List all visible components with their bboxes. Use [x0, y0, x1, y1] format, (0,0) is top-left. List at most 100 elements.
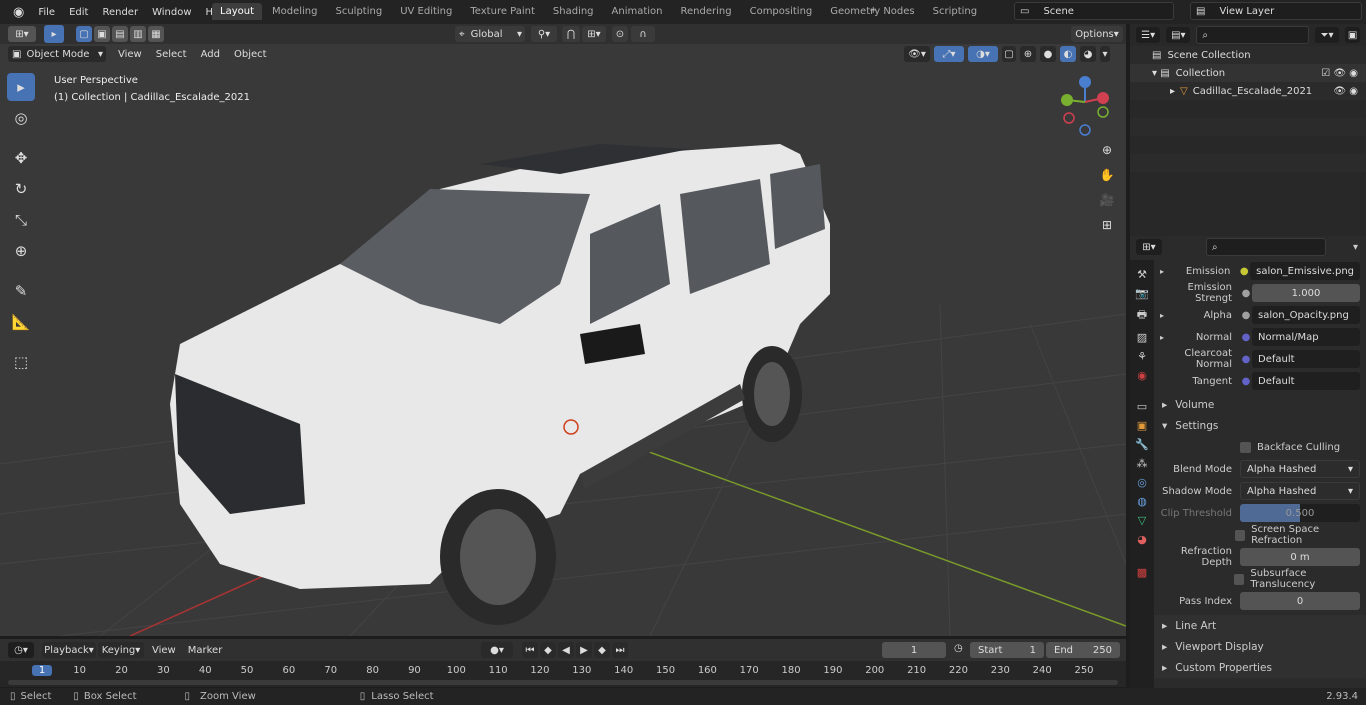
- workspace-tab-compositing[interactable]: Compositing: [742, 3, 821, 20]
- shading-options-icon[interactable]: ▾: [1100, 46, 1110, 62]
- data-tab-icon[interactable]: ▽: [1138, 514, 1146, 527]
- snap-icon[interactable]: ⋂: [562, 26, 580, 42]
- timeline-scrollbar[interactable]: [8, 680, 1118, 685]
- workspace-tab-sculpting[interactable]: Sculpting: [328, 3, 391, 20]
- intersect-selection-icon[interactable]: ▦: [148, 26, 164, 42]
- subsurface-checkbox[interactable]: [1234, 573, 1245, 585]
- properties-editor-icon[interactable]: ⊞▾: [1136, 239, 1162, 255]
- record-icon[interactable]: ●▾: [481, 642, 513, 658]
- rendered-shading-icon[interactable]: ◕: [1080, 46, 1096, 62]
- view-layer-selector[interactable]: ▤ View Layer: [1190, 2, 1362, 20]
- navigation-gizmo[interactable]: [1055, 74, 1115, 138]
- socket-dot-icon[interactable]: ●: [1240, 288, 1252, 299]
- properties-options-icon[interactable]: ▾: [1353, 242, 1360, 253]
- workspace-tab-shading[interactable]: Shading: [545, 3, 602, 20]
- invert-selection-icon[interactable]: ▥: [130, 26, 146, 42]
- socket-dot-icon[interactable]: ●: [1238, 266, 1250, 277]
- jump-start-icon[interactable]: ⏮: [522, 642, 538, 658]
- timeline-view-menu[interactable]: View: [152, 645, 176, 656]
- keying-menu[interactable]: Keying ▾: [98, 642, 144, 658]
- workspace-tab-modeling[interactable]: Modeling: [264, 3, 326, 20]
- expand-icon[interactable]: ▸: [1154, 333, 1168, 342]
- timeline-marker-menu[interactable]: Marker: [188, 645, 223, 656]
- custom-properties-panel[interactable]: ▸ Custom Properties: [1154, 657, 1366, 678]
- rotate-icon[interactable]: ↻: [7, 175, 35, 203]
- refraction-depth-field[interactable]: 0 m: [1240, 548, 1360, 566]
- subtract-selection-icon[interactable]: ▤: [112, 26, 128, 42]
- subsurface-row[interactable]: Subsurface Translucency: [1154, 568, 1366, 590]
- viewport-display-panel[interactable]: ▸ Viewport Display: [1154, 636, 1366, 657]
- material-shading-icon[interactable]: ◐: [1060, 46, 1076, 62]
- extend-selection-icon[interactable]: ▣: [94, 26, 110, 42]
- menu-edit[interactable]: Edit: [62, 7, 95, 18]
- socket-dot-icon[interactable]: ●: [1240, 354, 1252, 365]
- constraints-tab-icon[interactable]: ◍: [1137, 495, 1147, 508]
- view-menu[interactable]: View: [118, 49, 142, 60]
- select-box-icon[interactable]: ▸: [7, 73, 35, 101]
- scene-tab-icon[interactable]: ⚘: [1137, 350, 1147, 363]
- workspace-tab-layout[interactable]: Layout: [212, 3, 262, 20]
- orientation-dropdown[interactable]: ⌖ Global ▾: [455, 26, 525, 42]
- physics-tab-icon[interactable]: ◎: [1137, 476, 1147, 489]
- shader-input-value[interactable]: Default: [1252, 372, 1360, 390]
- add-cube-icon[interactable]: ⬚: [7, 348, 35, 376]
- expand-icon[interactable]: ▸: [1154, 311, 1168, 320]
- texture-tab-icon[interactable]: ▩: [1137, 566, 1147, 579]
- scale-icon[interactable]: ⤡: [7, 206, 35, 234]
- shader-input-value[interactable]: salon_Emissive.png: [1250, 262, 1360, 280]
- particles-tab-icon[interactable]: ⁂: [1137, 457, 1148, 470]
- workspace-tab-uv-editing[interactable]: UV Editing: [392, 3, 460, 20]
- falloff-icon[interactable]: ∩: [631, 26, 655, 42]
- zoom-icon[interactable]: ⊕: [1097, 140, 1117, 160]
- blend-mode-dropdown[interactable]: Alpha Hashed ▾: [1240, 460, 1360, 478]
- scene-selector[interactable]: ▭ Scene: [1014, 2, 1174, 20]
- object-tab-icon[interactable]: ▣: [1137, 419, 1147, 432]
- shader-input-value[interactable]: Normal/Map: [1252, 328, 1360, 346]
- playback-menu[interactable]: Playback ▾: [42, 642, 96, 658]
- snap-target-icon[interactable]: ⊞▾: [582, 26, 606, 42]
- add-menu[interactable]: Add: [201, 49, 220, 60]
- visibility-icon[interactable]: 👁▾: [904, 46, 930, 62]
- workspace-tab-scripting[interactable]: Scripting: [925, 3, 985, 20]
- world-tab-icon[interactable]: ◉: [1137, 369, 1147, 382]
- shader-input-value[interactable]: 1.000: [1252, 284, 1360, 302]
- add-workspace-icon[interactable]: +: [869, 5, 877, 16]
- frame-ruler[interactable]: 1 10 20 30 40 50 60 70 80 90 100 110 120 130 140 150 160…: [0, 663, 1126, 679]
- shader-input-value[interactable]: Default: [1252, 350, 1360, 368]
- proportional-edit-icon[interactable]: ⊙: [612, 26, 628, 42]
- ssr-checkbox[interactable]: [1234, 529, 1246, 541]
- ssr-row[interactable]: Screen Space Refraction: [1154, 524, 1366, 546]
- object-menu[interactable]: Object: [234, 49, 267, 60]
- backface-culling-row[interactable]: Backface Culling: [1154, 436, 1366, 458]
- stopwatch-icon[interactable]: ◷: [954, 643, 963, 654]
- pivot-icon[interactable]: ⚲▾: [531, 26, 557, 42]
- shadow-mode-dropdown[interactable]: Alpha Hashed ▾: [1240, 482, 1360, 500]
- solid-shading-icon[interactable]: ●: [1040, 46, 1056, 62]
- mode-dropdown[interactable]: ▣ Object Mode ▾: [8, 46, 106, 62]
- perspective-grid-icon[interactable]: ⊞: [1097, 215, 1117, 235]
- overlay-icon[interactable]: ◑▾: [968, 46, 998, 62]
- select-mode-icon[interactable]: ▸: [44, 25, 64, 43]
- backface-culling-checkbox[interactable]: [1240, 441, 1251, 453]
- menu-file[interactable]: File: [31, 7, 62, 18]
- modifier-tab-icon[interactable]: 🔧: [1135, 438, 1149, 451]
- measure-icon[interactable]: 📐: [7, 308, 35, 336]
- menu-window[interactable]: Window: [145, 7, 198, 18]
- line-art-panel[interactable]: ▸ Line Art: [1154, 615, 1366, 636]
- socket-dot-icon[interactable]: ●: [1240, 332, 1252, 343]
- gizmo-icon[interactable]: ⤢▾: [934, 46, 964, 62]
- 3d-viewport[interactable]: User Perspective (1) Collection | Cadill…: [0, 44, 1126, 636]
- volume-panel[interactable]: ▸ Volume: [1154, 394, 1366, 415]
- camera-icon[interactable]: 🎥: [1097, 190, 1117, 210]
- render-tab-icon[interactable]: 📷: [1135, 287, 1149, 300]
- clip-threshold-slider[interactable]: 0.500: [1240, 504, 1360, 522]
- shader-input-value[interactable]: salon_Opacity.png: [1252, 306, 1360, 324]
- blender-logo-icon[interactable]: ◉: [6, 5, 31, 20]
- view-layer-tab-icon[interactable]: ▨: [1137, 331, 1147, 344]
- transform-icon[interactable]: ⊕: [7, 237, 35, 265]
- outliner-search-input[interactable]: ⌕: [1196, 26, 1309, 44]
- options-dropdown[interactable]: Options ▾: [1071, 26, 1123, 42]
- filter-icon[interactable]: ⏷▾: [1314, 27, 1340, 43]
- settings-panel[interactable]: ▾ Settings: [1154, 415, 1366, 436]
- outliner-collection[interactable]: ▾ ▤ Collection ☑ 👁 ◉: [1130, 64, 1366, 82]
